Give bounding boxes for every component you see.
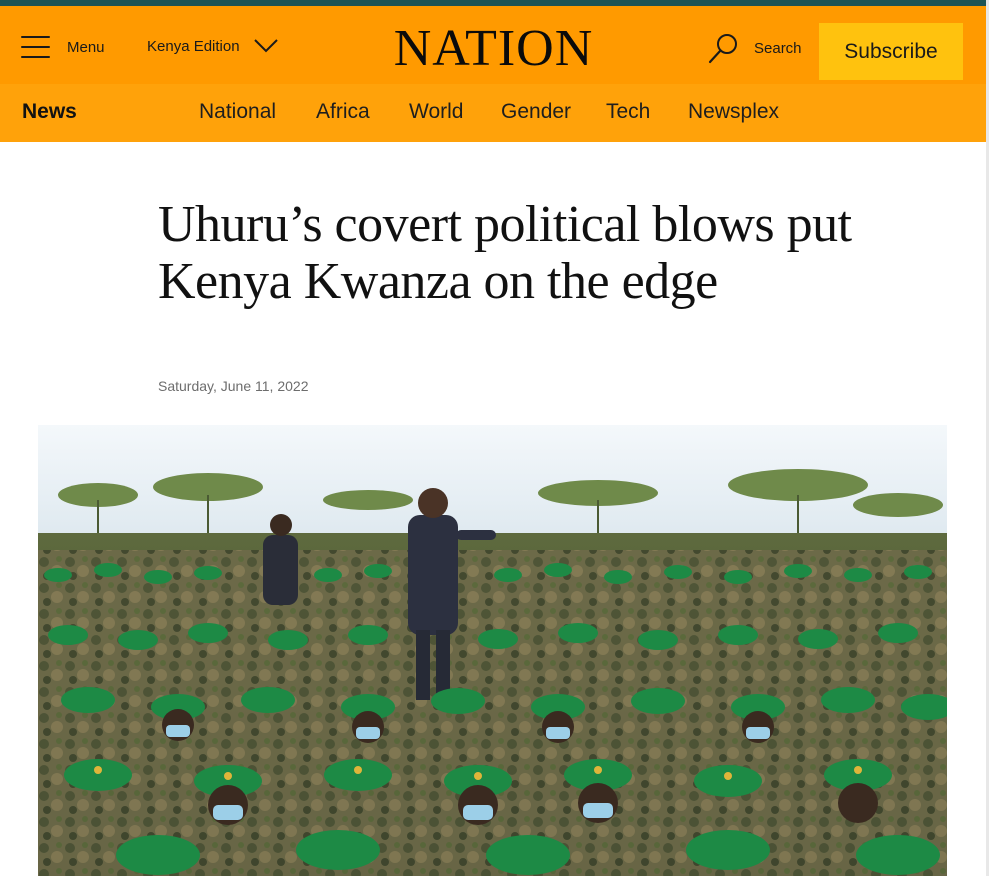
chevron-down-icon — [253, 39, 278, 53]
menu-button[interactable]: Menu — [21, 32, 113, 62]
edition-selector[interactable]: Kenya Edition — [147, 34, 278, 58]
article-headline: Uhuru’s covert political blows put Kenya… — [158, 196, 852, 310]
nav-link-tech[interactable]: Tech — [606, 100, 650, 124]
edition-label: Kenya Edition — [147, 37, 240, 55]
search-icon — [708, 34, 737, 64]
site-header: Menu Kenya Edition NATION Search Subscri… — [0, 6, 986, 84]
nav-link-africa[interactable]: Africa — [316, 100, 370, 124]
crowd-photo — [38, 425, 947, 876]
hamburger-icon — [21, 35, 50, 59]
section-nav: News National Africa World Gender Tech N… — [0, 84, 986, 142]
search-label: Search — [754, 39, 802, 57]
nav-link-newsplex[interactable]: Newsplex — [688, 100, 779, 124]
site-logo[interactable]: NATION — [381, 20, 606, 77]
nav-link-gender[interactable]: Gender — [501, 100, 571, 124]
subscribe-button[interactable]: Subscribe — [819, 23, 963, 80]
menu-label: Menu — [67, 38, 105, 56]
article-hero-image — [38, 425, 947, 876]
section-title-news[interactable]: News — [22, 100, 77, 124]
nav-link-world[interactable]: World — [409, 100, 463, 124]
nav-link-national[interactable]: National — [199, 100, 276, 124]
article-date: Saturday, June 11, 2022 — [158, 378, 309, 394]
search-button[interactable]: Search — [708, 31, 802, 65]
